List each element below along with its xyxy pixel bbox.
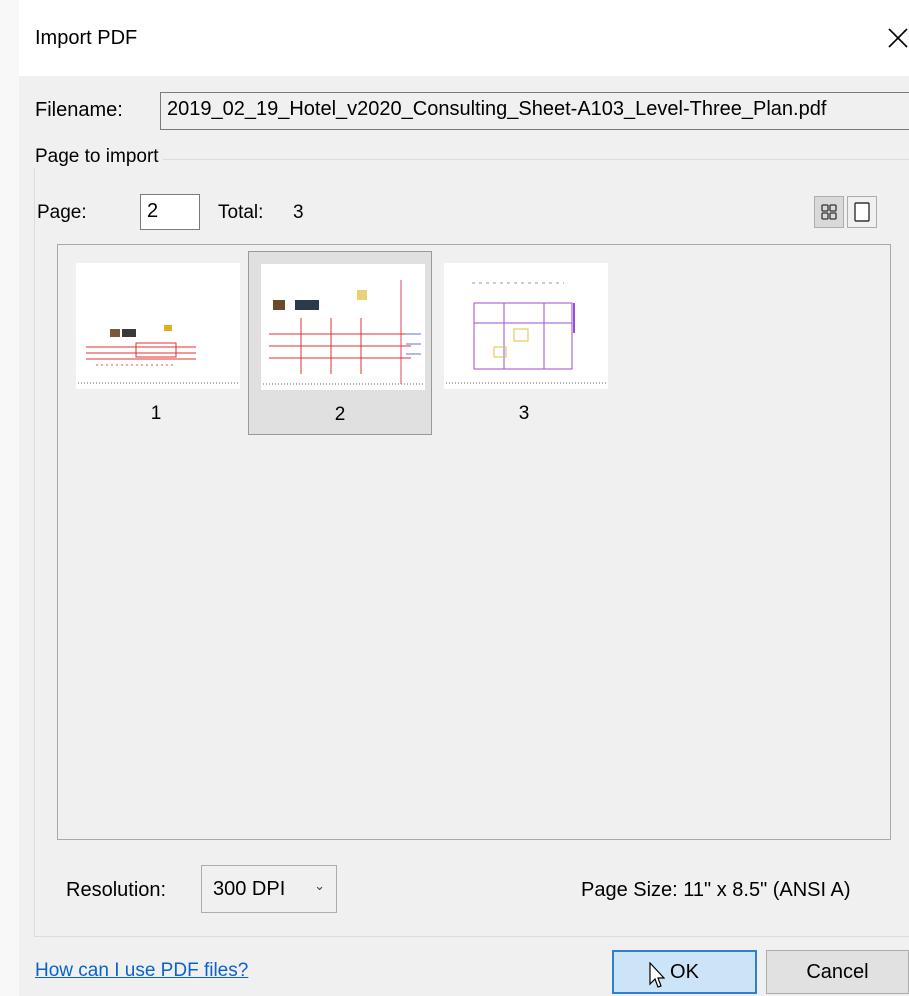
close-button[interactable] <box>873 14 909 62</box>
page-3-preview <box>444 263 608 389</box>
thumbnail-number: 1 <box>150 403 162 424</box>
grid-view-button[interactable] <box>814 196 844 228</box>
group-legend: Page to import <box>31 146 163 168</box>
total-value: 3 <box>293 202 304 223</box>
page-thumbnail-3[interactable]: 3 <box>432 251 616 435</box>
filename-label: Filename: <box>35 99 123 121</box>
page-label: Page: <box>37 202 87 223</box>
mouse-cursor-icon <box>649 962 665 988</box>
grid-view-icon <box>821 204 837 220</box>
dialog-title: Import PDF <box>35 27 138 49</box>
single-page-icon <box>854 202 870 222</box>
page-thumbnail-1[interactable]: 1 <box>64 251 248 435</box>
close-icon <box>888 28 908 48</box>
page-thumbnail-2[interactable]: 2 <box>248 251 432 435</box>
total-label: Total: <box>218 202 264 223</box>
resolution-value: 300 DPI <box>213 877 286 900</box>
cancel-label: Cancel <box>806 960 869 983</box>
title-bar: Import PDF <box>19 0 909 76</box>
cancel-button[interactable]: Cancel <box>766 950 909 994</box>
ok-button[interactable]: OK <box>612 950 757 994</box>
page-2-preview <box>261 264 425 390</box>
resolution-dropdown[interactable]: 300 DPI ⌄ <box>201 865 337 913</box>
thumbnail-number: 2 <box>334 404 346 425</box>
chevron-down-icon: ⌄ <box>314 878 325 893</box>
page-size-label: Page Size: 11" x 8.5" (ANSI A) <box>581 879 851 901</box>
filename-field[interactable]: 2019_02_19_Hotel_v2020_Consulting_Sheet-… <box>160 92 909 130</box>
ok-label: OK <box>670 960 699 983</box>
thumbnail-panel: 1 2 3 <box>57 244 891 840</box>
import-pdf-dialog: Import PDF Filename: 2019_02_19_Hotel_v2… <box>19 0 909 996</box>
page-1-preview <box>76 263 240 389</box>
resolution-label: Resolution: <box>66 879 167 901</box>
thumbnail-number: 3 <box>518 403 530 424</box>
help-link[interactable]: How can I use PDF files? <box>35 960 248 982</box>
single-page-view-button[interactable] <box>847 196 877 228</box>
background-window-edge <box>0 0 19 996</box>
page-number-input[interactable]: 2 <box>140 194 200 230</box>
